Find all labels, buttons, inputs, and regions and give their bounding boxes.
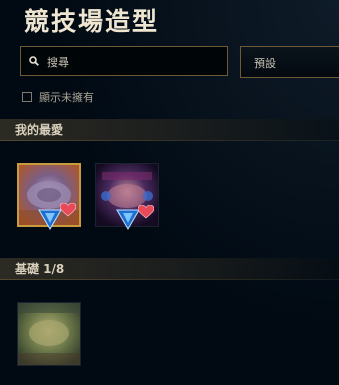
show-unowned-label[interactable]: 顯示未擁有 [39,89,94,105]
search-input[interactable] [45,47,225,77]
basic-section-label: 基礎 1/8 [15,262,65,276]
search-icon [29,56,39,66]
favorites-divider [0,140,339,141]
sort-dropdown[interactable]: 預設 [240,46,339,78]
favorite-heart-icon [138,205,154,219]
sort-dropdown-value: 預設 [254,57,276,70]
rank-badge-icon [116,209,140,230]
show-unowned-checkbox[interactable] [22,92,32,102]
arena-skin-thumbnail [18,303,80,365]
page-title: 競技場造型 [24,7,160,36]
basic-section-header: 基礎 1/8 [0,258,339,279]
favorites-section-header: 我的最愛 [0,119,339,140]
search-field[interactable] [20,46,228,77]
favorites-section-label: 我的最愛 [15,123,64,137]
favorite-heart-icon [60,203,76,217]
rank-badge-icon [38,209,62,230]
basic-divider [0,279,339,280]
basic-skin-tile-1[interactable] [17,302,81,366]
